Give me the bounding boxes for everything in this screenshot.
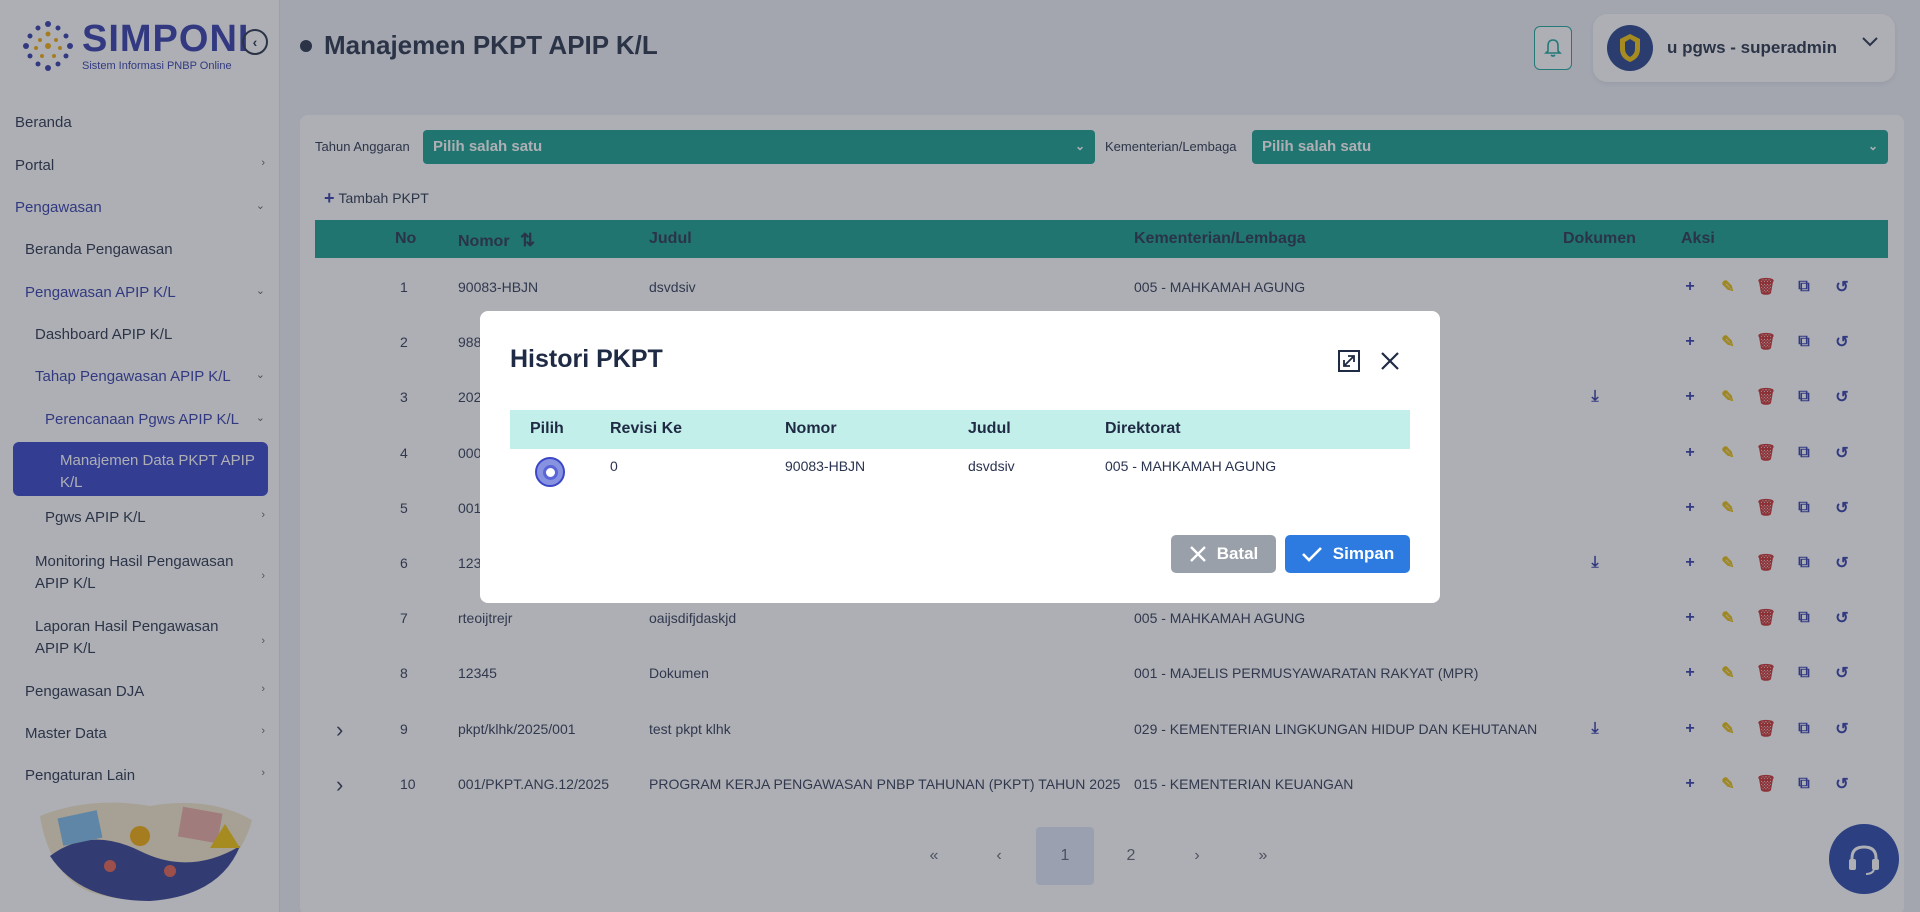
nomor-cell: 90083-HBJN xyxy=(785,458,866,474)
close-icon xyxy=(1189,546,1206,562)
cancel-button[interactable]: Batal xyxy=(1171,535,1276,573)
column-header-revisi: Revisi Ke xyxy=(610,420,683,437)
select-radio[interactable] xyxy=(535,457,565,487)
column-header-pilih: Pilih xyxy=(530,420,564,437)
expand-icon[interactable] xyxy=(1337,349,1361,373)
revisi-cell: 0 xyxy=(610,458,618,474)
save-label: Simpan xyxy=(1332,544,1395,563)
direktorat-cell: 005 - MAHKAMAH AGUNG xyxy=(1105,458,1277,474)
modal-table-header: Pilih Revisi Ke Nomor Judul Direktorat xyxy=(510,410,1410,449)
modal-title: Histori PKPT xyxy=(510,345,663,373)
cancel-label: Batal xyxy=(1216,544,1259,563)
radio-dot xyxy=(542,464,558,480)
column-header-judul: Judul xyxy=(968,420,1011,437)
save-button[interactable]: Simpan xyxy=(1285,535,1410,573)
column-header-direktorat: Direktorat xyxy=(1105,420,1181,437)
check-icon xyxy=(1301,547,1322,562)
column-header-nomor: Nomor xyxy=(785,420,837,437)
judul-cell: dsvdsiv xyxy=(968,458,1015,474)
histori-pkpt-modal: Histori PKPT Pilih Revisi Ke Nomor Judul… xyxy=(480,311,1440,603)
close-icon[interactable] xyxy=(1378,349,1402,373)
